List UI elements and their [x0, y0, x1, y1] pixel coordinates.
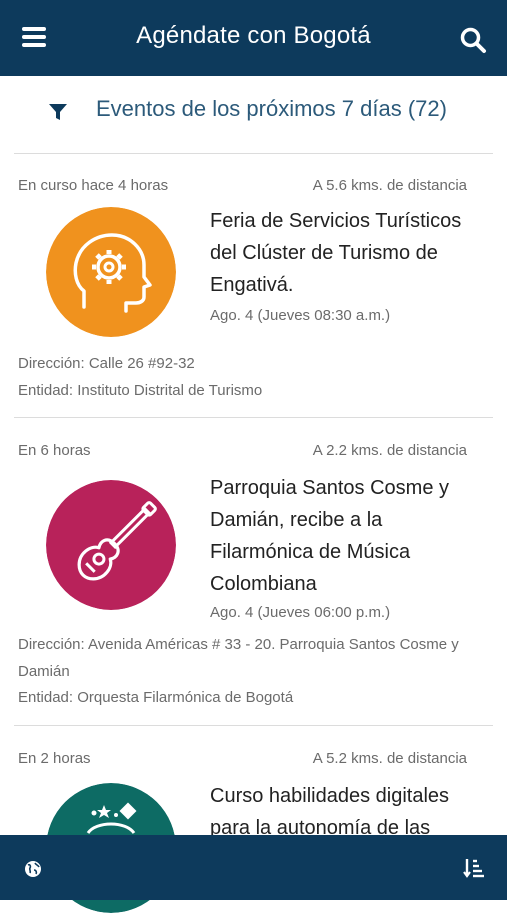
event-title: Parroquia Santos Cosme y Damián, recibe … [210, 477, 450, 595]
app-title: Agéndate con Bogotá [136, 22, 371, 49]
event-distance: A 5.6 kms. de distancia [312, 177, 467, 194]
app-bar: Agéndate con Bogotá [0, 0, 507, 76]
head-gear-icon [46, 207, 176, 337]
search-icon[interactable] [459, 26, 487, 54]
event-status: En curso hace 4 horas [18, 177, 169, 194]
event-date: Ago. 4 (Jueves 06:00 p.m.) [210, 604, 391, 621]
sort-icon[interactable] [463, 857, 485, 879]
event-address: Dirección: Calle 26 #92-32 [18, 355, 195, 372]
event-entity: Entidad: Instituto Distrital de Turismo [18, 382, 263, 399]
divider [14, 153, 493, 154]
event-status: En 6 horas [18, 442, 91, 459]
divider [14, 417, 493, 418]
event-distance: A 5.2 kms. de distancia [312, 750, 467, 767]
event-title: Feria de Servicios Turísticos del Clúste… [210, 210, 462, 296]
event-status: En 2 horas [18, 750, 91, 767]
filter-bar[interactable]: Eventos de los próximos 7 días (72) [0, 76, 507, 154]
event-date: Ago. 4 (Jueves 08:30 a.m.) [210, 307, 391, 324]
divider [14, 725, 493, 726]
event-address: Dirección: Avenida Américas # 33 - 20. P… [18, 636, 459, 680]
guitar-icon [46, 480, 176, 610]
event-distance: A 2.2 kms. de distancia [312, 442, 467, 459]
globe-icon[interactable] [24, 860, 42, 878]
bottom-bar [0, 835, 507, 900]
filter-label: Eventos de los próximos 7 días (72) [96, 96, 447, 121]
filter-icon[interactable] [48, 102, 68, 122]
event-entity: Entidad: Orquesta Filarmónica de Bogotá [18, 689, 294, 706]
